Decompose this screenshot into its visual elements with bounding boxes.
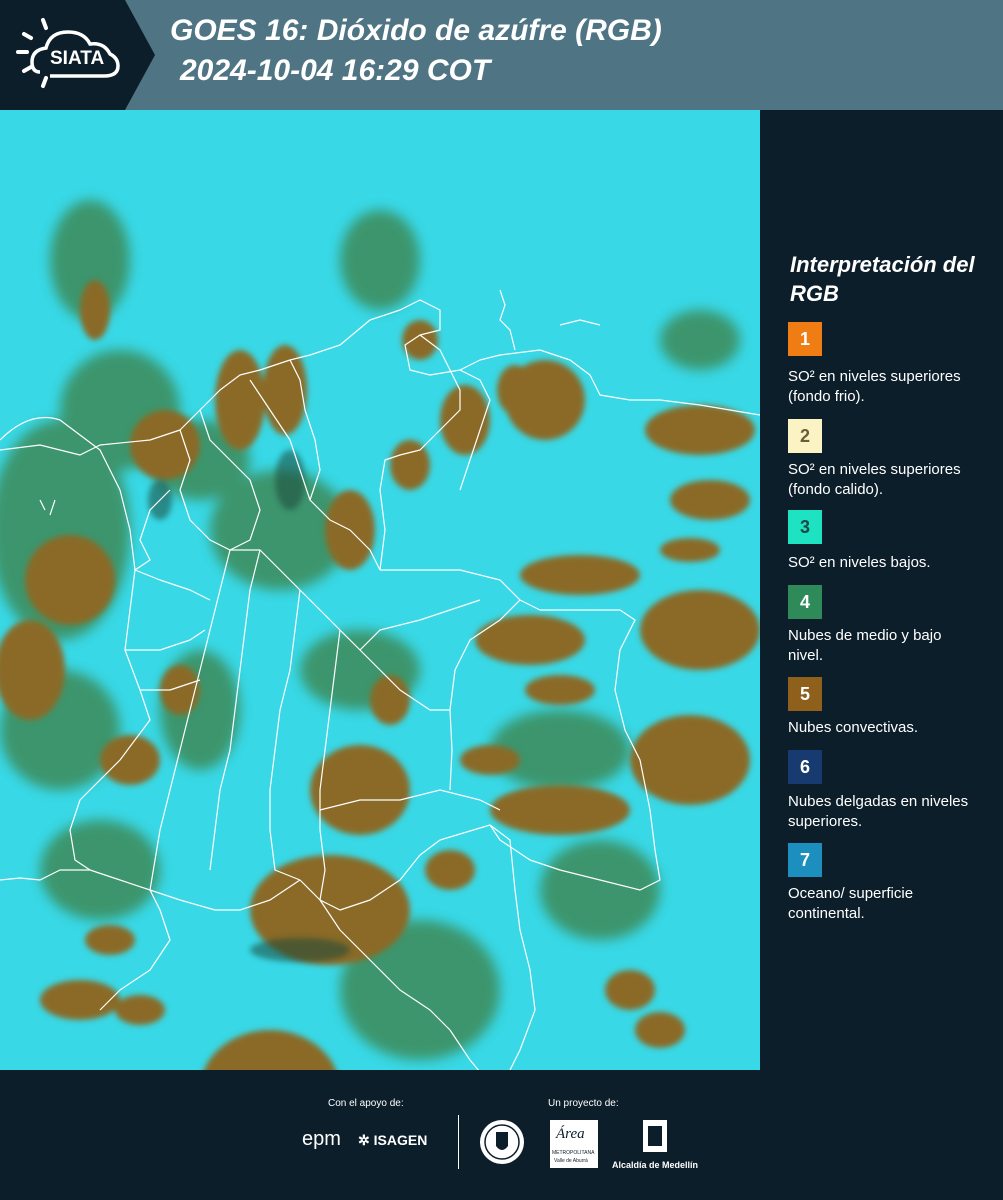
- footer-divider: [458, 1115, 459, 1169]
- legend-number-7: 7: [799, 849, 810, 870]
- legend-title: Interpretación del RGB: [790, 252, 975, 306]
- legend-number-4: 4: [799, 591, 810, 612]
- legend-number-3: 3: [799, 516, 810, 537]
- support-caption: Con el apoyo de:: [328, 1098, 404, 1109]
- epm-logo: epm: [302, 1128, 341, 1150]
- legend-label-3: SO² en niveles bajos.: [788, 554, 931, 571]
- siata-logo-text: SIATA: [50, 48, 104, 69]
- legend-number-6: 6: [799, 756, 810, 777]
- legend-label-7: Oceano/ superficie continental.: [788, 885, 914, 922]
- legend-number-1: 1: [799, 328, 810, 349]
- legend-number-2: 2: [799, 425, 810, 446]
- legend-label-1: SO² en niveles superiores (fondo frio).: [788, 368, 961, 405]
- area-logo-sub1: METROPOLITANA: [552, 1150, 595, 1156]
- area-logo-sub2: Valle de Aburrá: [554, 1158, 588, 1164]
- satellite-map: [0, 110, 760, 1070]
- legend-label-4: Nubes de medio y bajo nivel.: [788, 627, 942, 664]
- footer: Con el apoyo de: Un proyecto de: epm ✲ I…: [0, 1070, 1003, 1200]
- legend-label-2: SO² en niveles superiores (fondo calido)…: [788, 461, 961, 498]
- legend-label-5: Nubes convectivas.: [788, 719, 919, 736]
- header-bar: SIATA GOES 16: Dióxido de azúfre (RGB) 2…: [0, 0, 1003, 110]
- legend-swatch-1: 1: [788, 322, 822, 356]
- legend-swatch-7: 7: [788, 843, 822, 877]
- area-metropolitana-logo: Área METROPOLITANA Valle de Aburrá: [550, 1120, 598, 1168]
- project-caption: Un proyecto de:: [548, 1098, 619, 1109]
- siata-logo: SIATA: [0, 0, 155, 110]
- area-logo-text: Área: [556, 1126, 585, 1142]
- legend-swatch-3: 3: [788, 510, 822, 544]
- timestamp: 2024-10-04 16:29 COT: [180, 54, 491, 87]
- page-title: GOES 16: Dióxido de azúfre (RGB): [170, 14, 662, 47]
- legend-swatch-4: 4: [788, 585, 822, 619]
- medellin-seal: [478, 1118, 526, 1171]
- alcaldia-label: Alcaldía de Medellín: [612, 1160, 699, 1170]
- legend-label-6: Nubes delgadas en niveles superiores.: [788, 793, 969, 830]
- legend-swatch-5: 5: [788, 677, 822, 711]
- isagen-logo: ✲ ISAGEN: [358, 1132, 427, 1149]
- alcaldia-emblem: [640, 1118, 670, 1163]
- legend-swatch-2: 2: [788, 419, 822, 453]
- isagen-icon: ✲: [358, 1132, 370, 1148]
- isagen-text: ISAGEN: [373, 1132, 428, 1148]
- legend-swatch-6: 6: [788, 750, 822, 784]
- legend-number-5: 5: [799, 683, 810, 704]
